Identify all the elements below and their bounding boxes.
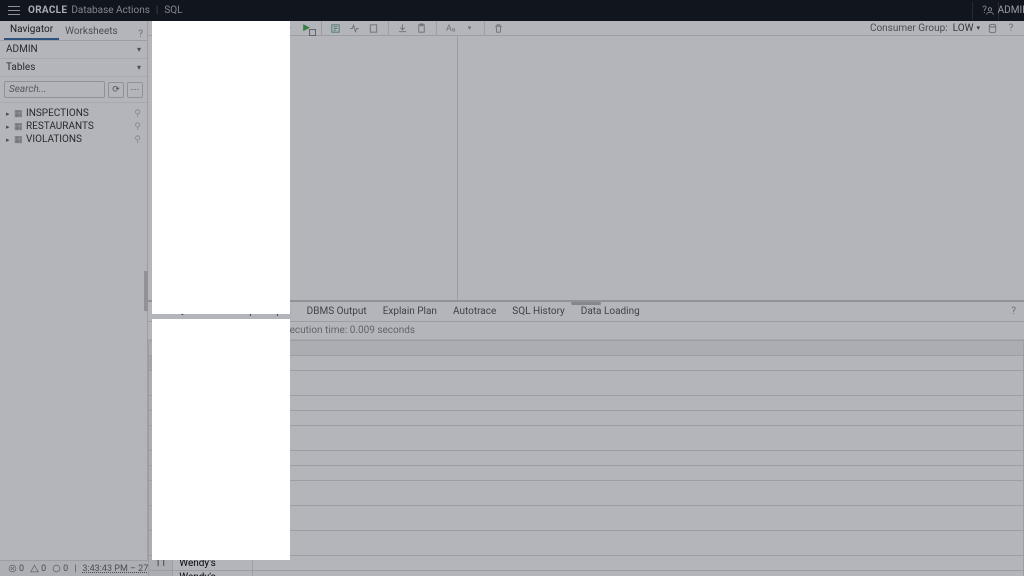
table-item[interactable]: ▸▦INSPECTIONS⚲ bbox=[2, 107, 145, 120]
sidebar-help-icon[interactable]: ? bbox=[138, 29, 143, 40]
format-icon[interactable]: Aₐ bbox=[444, 21, 458, 35]
table-row[interactable]: 1Wendy's✎ bbox=[149, 356, 1024, 371]
chevron-down-icon: ▾ bbox=[214, 24, 218, 32]
horizontal-splitter[interactable] bbox=[148, 300, 1024, 302]
table-row[interactable]: 9Wendy's #11590 bbox=[149, 506, 1024, 531]
delete-result-icon[interactable] bbox=[154, 324, 168, 338]
object-type-dropdown[interactable]: Tables▾ bbox=[0, 59, 147, 77]
pin-icon[interactable]: ⚲ bbox=[134, 109, 141, 119]
column-header[interactable]: name bbox=[173, 341, 253, 356]
pin-icon[interactable]: ⚲ bbox=[134, 122, 141, 132]
refresh-icon[interactable]: ⟳ bbox=[108, 82, 124, 98]
expand-icon[interactable]: ▸ bbox=[6, 136, 14, 144]
tab-worksheets[interactable]: Worksheets bbox=[59, 23, 124, 40]
open-new-icon[interactable] bbox=[198, 324, 212, 338]
menu-icon[interactable] bbox=[8, 5, 20, 17]
download-icon[interactable] bbox=[396, 21, 410, 35]
table-row[interactable]: 12Wendy's #10585 bbox=[149, 571, 1024, 576]
output-tab[interactable]: Query Result bbox=[152, 302, 224, 321]
execution-time: Execution time: 0.009 seconds bbox=[279, 325, 415, 336]
table-icon: ▦ bbox=[14, 135, 26, 145]
format-caret[interactable]: ▾ bbox=[463, 21, 477, 35]
output-tab[interactable]: Autotrace bbox=[445, 303, 504, 320]
load-data-icon[interactable] bbox=[985, 21, 999, 35]
user-menu[interactable]: ADMIN ▾ bbox=[998, 2, 1016, 20]
table-row[interactable]: 4Wendy's bbox=[149, 411, 1024, 426]
table-row[interactable]: 10Wendy's #1985 bbox=[149, 531, 1024, 556]
sidebar-collapse-handle[interactable] bbox=[144, 271, 148, 311]
editor-vertical-split[interactable] bbox=[457, 36, 458, 300]
sidebar: Navigator Worksheets ? ADMIN▾ Tables▾ ⟳ … bbox=[0, 21, 148, 560]
output-tab[interactable]: Script Output bbox=[224, 303, 298, 320]
trash-icon[interactable] bbox=[492, 21, 506, 35]
worksheet-toolbar: [Worksheet]*▾ bbox=[148, 21, 1024, 36]
tab-navigator[interactable]: Navigator bbox=[4, 21, 59, 40]
open-icon[interactable] bbox=[233, 21, 247, 35]
table-row[interactable]: 11Wendy's bbox=[149, 556, 1024, 571]
pin-icon[interactable]: ⚲ bbox=[134, 135, 141, 145]
table-item[interactable]: ▸▦VIOLATIONS⚲ bbox=[2, 133, 145, 146]
error-count[interactable]: 0 bbox=[8, 564, 24, 574]
table-item[interactable]: ▸▦RESTAURANTS⚲ bbox=[2, 120, 145, 133]
edit-icon[interactable]: ✎ bbox=[243, 357, 251, 367]
more-icon[interactable]: ⋯ bbox=[127, 82, 143, 98]
chevron-down-icon: ▾ bbox=[137, 45, 141, 54]
output-tab[interactable]: SQL History bbox=[504, 303, 573, 320]
main-panel: [Worksheet]*▾ bbox=[148, 21, 1024, 560]
explain-plan-icon[interactable] bbox=[329, 21, 343, 35]
consumer-group-label: Consumer Group: bbox=[870, 23, 948, 34]
output-tab[interactable]: Explain Plan bbox=[375, 303, 445, 320]
table-row[interactable]: 5Wendy's #6319 bbox=[149, 426, 1024, 451]
app-header: ORACLE Database Actions | SQL ? ADMIN ▾ bbox=[0, 0, 1024, 21]
user-name: ADMIN bbox=[998, 5, 1024, 16]
warning-count[interactable]: 0 bbox=[30, 564, 46, 574]
table-row[interactable]: 7Wendy's bbox=[149, 466, 1024, 481]
run-statement-button[interactable] bbox=[281, 21, 295, 35]
output-tab[interactable]: DBMS Output bbox=[299, 303, 375, 320]
run-script-button[interactable] bbox=[300, 21, 314, 35]
output-tab[interactable]: Data Loading bbox=[573, 303, 648, 320]
user-icon bbox=[985, 6, 995, 16]
table-row[interactable]: 6Wendy's bbox=[149, 451, 1024, 466]
search-input[interactable] bbox=[4, 81, 105, 98]
module-name: SQL bbox=[164, 5, 182, 16]
product-name: Database Actions bbox=[71, 5, 150, 16]
rownum-header bbox=[149, 341, 173, 356]
header-divider: | bbox=[156, 5, 158, 16]
expand-icon[interactable]: ▸ bbox=[6, 123, 14, 131]
toolbar-help-icon[interactable]: ? bbox=[1004, 21, 1018, 35]
table-icon: ▦ bbox=[14, 109, 26, 119]
expand-icon[interactable]: ▸ bbox=[6, 110, 14, 118]
result-grid: name 1Wendy's✎2Wendy's #93933Wendy's4Wen… bbox=[148, 340, 1024, 576]
worksheet-tab[interactable]: [Worksheet]*▾ bbox=[154, 23, 218, 34]
table-icon: ▦ bbox=[14, 122, 26, 132]
table-row[interactable]: 3Wendy's bbox=[149, 396, 1024, 411]
table-row[interactable]: 8Wendy's #10533 bbox=[149, 481, 1024, 506]
output-panel: Query ResultScript OutputDBMS OutputExpl… bbox=[148, 302, 1024, 576]
sql-icon[interactable] bbox=[367, 21, 381, 35]
autotrace-icon[interactable] bbox=[348, 21, 362, 35]
chevron-down-icon: ▾ bbox=[268, 327, 272, 335]
chevron-down-icon: ▾ bbox=[976, 24, 980, 32]
consumer-group-dropdown[interactable]: LOW▾ bbox=[953, 23, 980, 34]
brand-logo: ORACLE bbox=[28, 5, 67, 16]
chevron-down-icon: ▾ bbox=[137, 63, 141, 72]
refresh-result-icon[interactable]: ⟳ bbox=[176, 324, 190, 338]
clipboard-icon[interactable] bbox=[415, 21, 429, 35]
download-dropdown[interactable]: Download▾ bbox=[220, 325, 271, 336]
copy-icon[interactable] bbox=[252, 21, 266, 35]
table-row[interactable]: 2Wendy's #9393 bbox=[149, 371, 1024, 396]
output-help-icon[interactable]: ? bbox=[1007, 306, 1020, 317]
sql-editor[interactable]: 1234 Select NAMEfrom RESTAURANTSWhere NA… bbox=[148, 36, 1024, 300]
schema-dropdown[interactable]: ADMIN▾ bbox=[0, 41, 147, 59]
hint-count[interactable]: 0 bbox=[52, 564, 68, 574]
